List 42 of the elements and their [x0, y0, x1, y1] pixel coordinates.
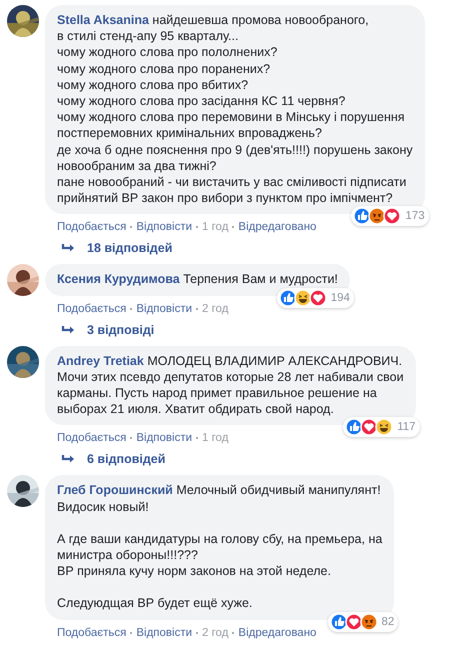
angry-face-icon [368, 207, 386, 226]
comment-text: А где ваши кандидатуры на голову сбу, на премьера, на министра обороны!!!??? ВР приняла кучу норм законов на этой неделе. [57, 530, 382, 580]
reactions-badge[interactable]: 117 [343, 417, 420, 438]
action-link[interactable]: Подобається [57, 302, 126, 315]
action-link[interactable]: Подобається [57, 432, 126, 444]
like-icon [345, 418, 364, 436]
comment-text: Stella Aksanina найдешевша промова новообраного, в стилі стенд-апу 95 кварталу... чому жодного слова про пололнених? чому жодного слова про поранених? чому жодного слова про вбитих? чому жодного слова про засідання КС 11 червня? чому жодного слова про перемовини в Мінську і порушення постперемовних кримінальних впроваджень? де хоча б одне пояснення про 9 (дев'ять!!!!) порушень закону новообраним за два тижні? пане новообраний - чи вистачить у вас сміливості підписати прийнятий ВР закон про вибори з пунктом про імпічмент? [57, 12, 413, 206]
reactions-badge[interactable]: 82 [328, 612, 398, 632]
reply-arrow-icon [61, 243, 75, 254]
like-icon [353, 207, 372, 226]
action-link[interactable]: Відповісти [136, 432, 192, 444]
comment-text: Andrey Tretiak МОЛОДЕЦ ВЛАДИМИР АЛЕКСАНДРОВИЧ. Мочи этих псевдо депутатов которые 28 лет набивали свои карманы. Пусть народ примет правильное решение на выборах 21 июля. Хватит обдирать свой народ. [57, 352, 404, 418]
action-link[interactable]: Відповісти [136, 626, 192, 639]
laughing-face-icon [294, 288, 312, 307]
replies-link[interactable]: 3 відповіді [87, 322, 154, 337]
author-link[interactable]: Stella Aksanina [57, 13, 149, 27]
action-link[interactable]: Відповісти [136, 221, 192, 234]
reactions-badge[interactable]: 173 [351, 206, 429, 226]
like-icon [330, 612, 348, 631]
laughing-face-icon [375, 418, 394, 436]
timestamp: 2 год [202, 626, 228, 639]
comment-text: Следуюдщая ВР будет ещё хуже. [57, 595, 254, 612]
action-link[interactable]: Подобається [57, 626, 126, 639]
reply-arrow-icon [61, 324, 75, 335]
timestamp: 1 год [202, 221, 228, 234]
replies-link[interactable]: 6 відповідей [87, 452, 166, 466]
replies-link[interactable]: 18 відповідей [87, 241, 172, 256]
reactions-badge[interactable]: 194 [276, 288, 354, 308]
author-link[interactable]: Глеб Горошинский [57, 483, 173, 498]
angry-face-icon [360, 612, 378, 631]
comment-text: Ксения Курудимова Терпения Вам и мудрости! [57, 271, 338, 288]
author-link[interactable]: Andrey Tretiak [57, 354, 144, 368]
like-icon [278, 288, 297, 307]
action-link[interactable]: Подобається [57, 221, 126, 234]
action-link[interactable]: Відредаговано [238, 626, 316, 639]
timestamp: 2 год [202, 302, 228, 315]
author-link[interactable]: Ксения Курудимова [57, 272, 180, 286]
reply-arrow-icon [61, 454, 75, 464]
comment-text: Глеб Горошинский Мелочный обидчивый манипулянт! Видосик новый! [57, 482, 382, 515]
timestamp: 1 год [202, 432, 228, 444]
action-link[interactable]: Відповісти [136, 302, 192, 315]
action-link[interactable]: Відредаговано [238, 221, 316, 234]
